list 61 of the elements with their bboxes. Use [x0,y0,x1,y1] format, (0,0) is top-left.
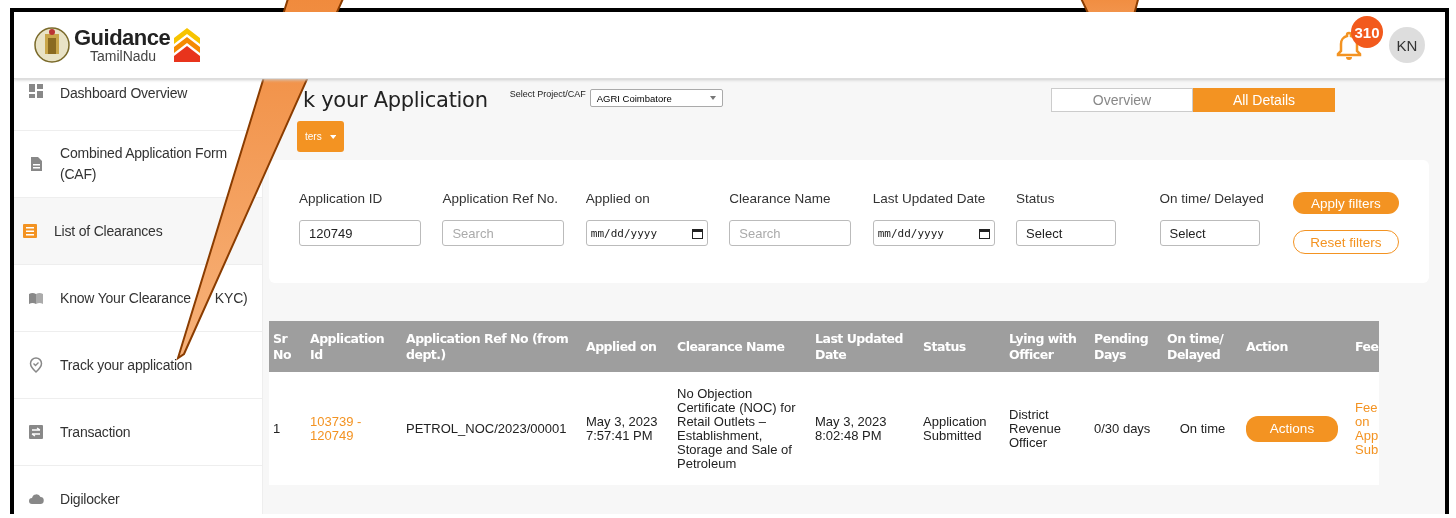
table-cell: No Objection Certificate (NOC) for Retail Outlets – Establishment, Storage and Sale of Petroleum [673,372,811,485]
table-cell: On time [1163,372,1242,485]
select-field[interactable]: Select [1159,220,1260,246]
column-header: Applied on [582,321,673,372]
view-tab[interactable]: Overview [1051,88,1193,112]
table-cell: Application Submitted [919,372,1005,485]
filter-label: On time/ Delayed [1159,191,1265,206]
logo-subtitle: TamilNadu [90,49,158,63]
sidebar-item[interactable]: Dashboard Overview [14,79,188,130]
column-header: Application Ref No (from dept.) [402,321,582,372]
column-header: Lying with Officer [1005,321,1090,372]
transfer-icon [28,424,44,440]
chevron-logo-icon [174,28,201,62]
date-field[interactable]: mm/dd/yyyy [872,220,995,246]
caret-icon [709,96,716,100]
sidebar-item[interactable]: List of Clearances [14,198,262,264]
column-header: On time/ Delayed [1163,321,1242,372]
input-field[interactable]: 120749 [299,220,421,246]
notification-badge: 310 [1351,16,1383,48]
emblem-icon [34,26,70,64]
list-icon [22,223,38,239]
table-cell: May 3, 2023 8:02:48 PM [811,372,919,485]
calendar-icon [978,227,990,239]
page-title: k your Application [303,88,488,112]
cloud-icon [28,491,44,507]
logo-title: Guidance [74,27,171,49]
column-header: Clearance Name [673,321,811,372]
book-icon [28,290,44,306]
column-header: Application Id [306,321,402,372]
location-pin-icon [28,357,44,373]
filter-label: Applied on [585,191,651,206]
column-header: Fee [1351,321,1379,372]
date-field[interactable]: mm/dd/yyyy [585,220,708,246]
user-avatar[interactable]: KN [1389,27,1425,63]
column-header: Action [1242,321,1351,372]
filter-label: Status [1016,191,1056,206]
sidebar-item[interactable]: Know Your Clearance KYC) [14,265,248,331]
column-header: Sr No [269,321,306,372]
sidebar-item[interactable]: Combined Application Form (CAF) [14,131,232,197]
select-field[interactable]: Select [1016,220,1117,246]
table-cell: PETROL_NOC/2023/00001 [402,372,582,485]
caret-icon [329,133,336,140]
document-icon [28,156,44,172]
filter-label: Clearance Name [729,191,832,206]
sidebar-item[interactable]: Track your application [14,332,193,398]
sidebar-item[interactable]: Transaction [14,399,131,465]
table-cell: 0/30 days [1090,372,1163,485]
project-select[interactable]: AGRI Coimbatore [589,89,723,107]
column-header: Last Updated Date [811,321,919,372]
dashboard-icon [28,83,44,99]
project-label: Select Project/CAF [509,89,586,99]
filter-label: Application Ref No. [442,191,559,206]
column-header: Pending Days [1090,321,1163,372]
filter-label: Last Updated Date [872,191,987,206]
calendar-icon [691,227,703,239]
table-cell: May 3, 2023 7:57:41 PM [582,372,673,485]
table-cell: 1 [269,372,306,485]
column-header: Status [919,321,1005,372]
sidebar-item[interactable]: Digilocker [14,466,120,514]
filter-label: Application ID [299,191,384,206]
table-cell: District Revenue Officer [1005,372,1090,485]
